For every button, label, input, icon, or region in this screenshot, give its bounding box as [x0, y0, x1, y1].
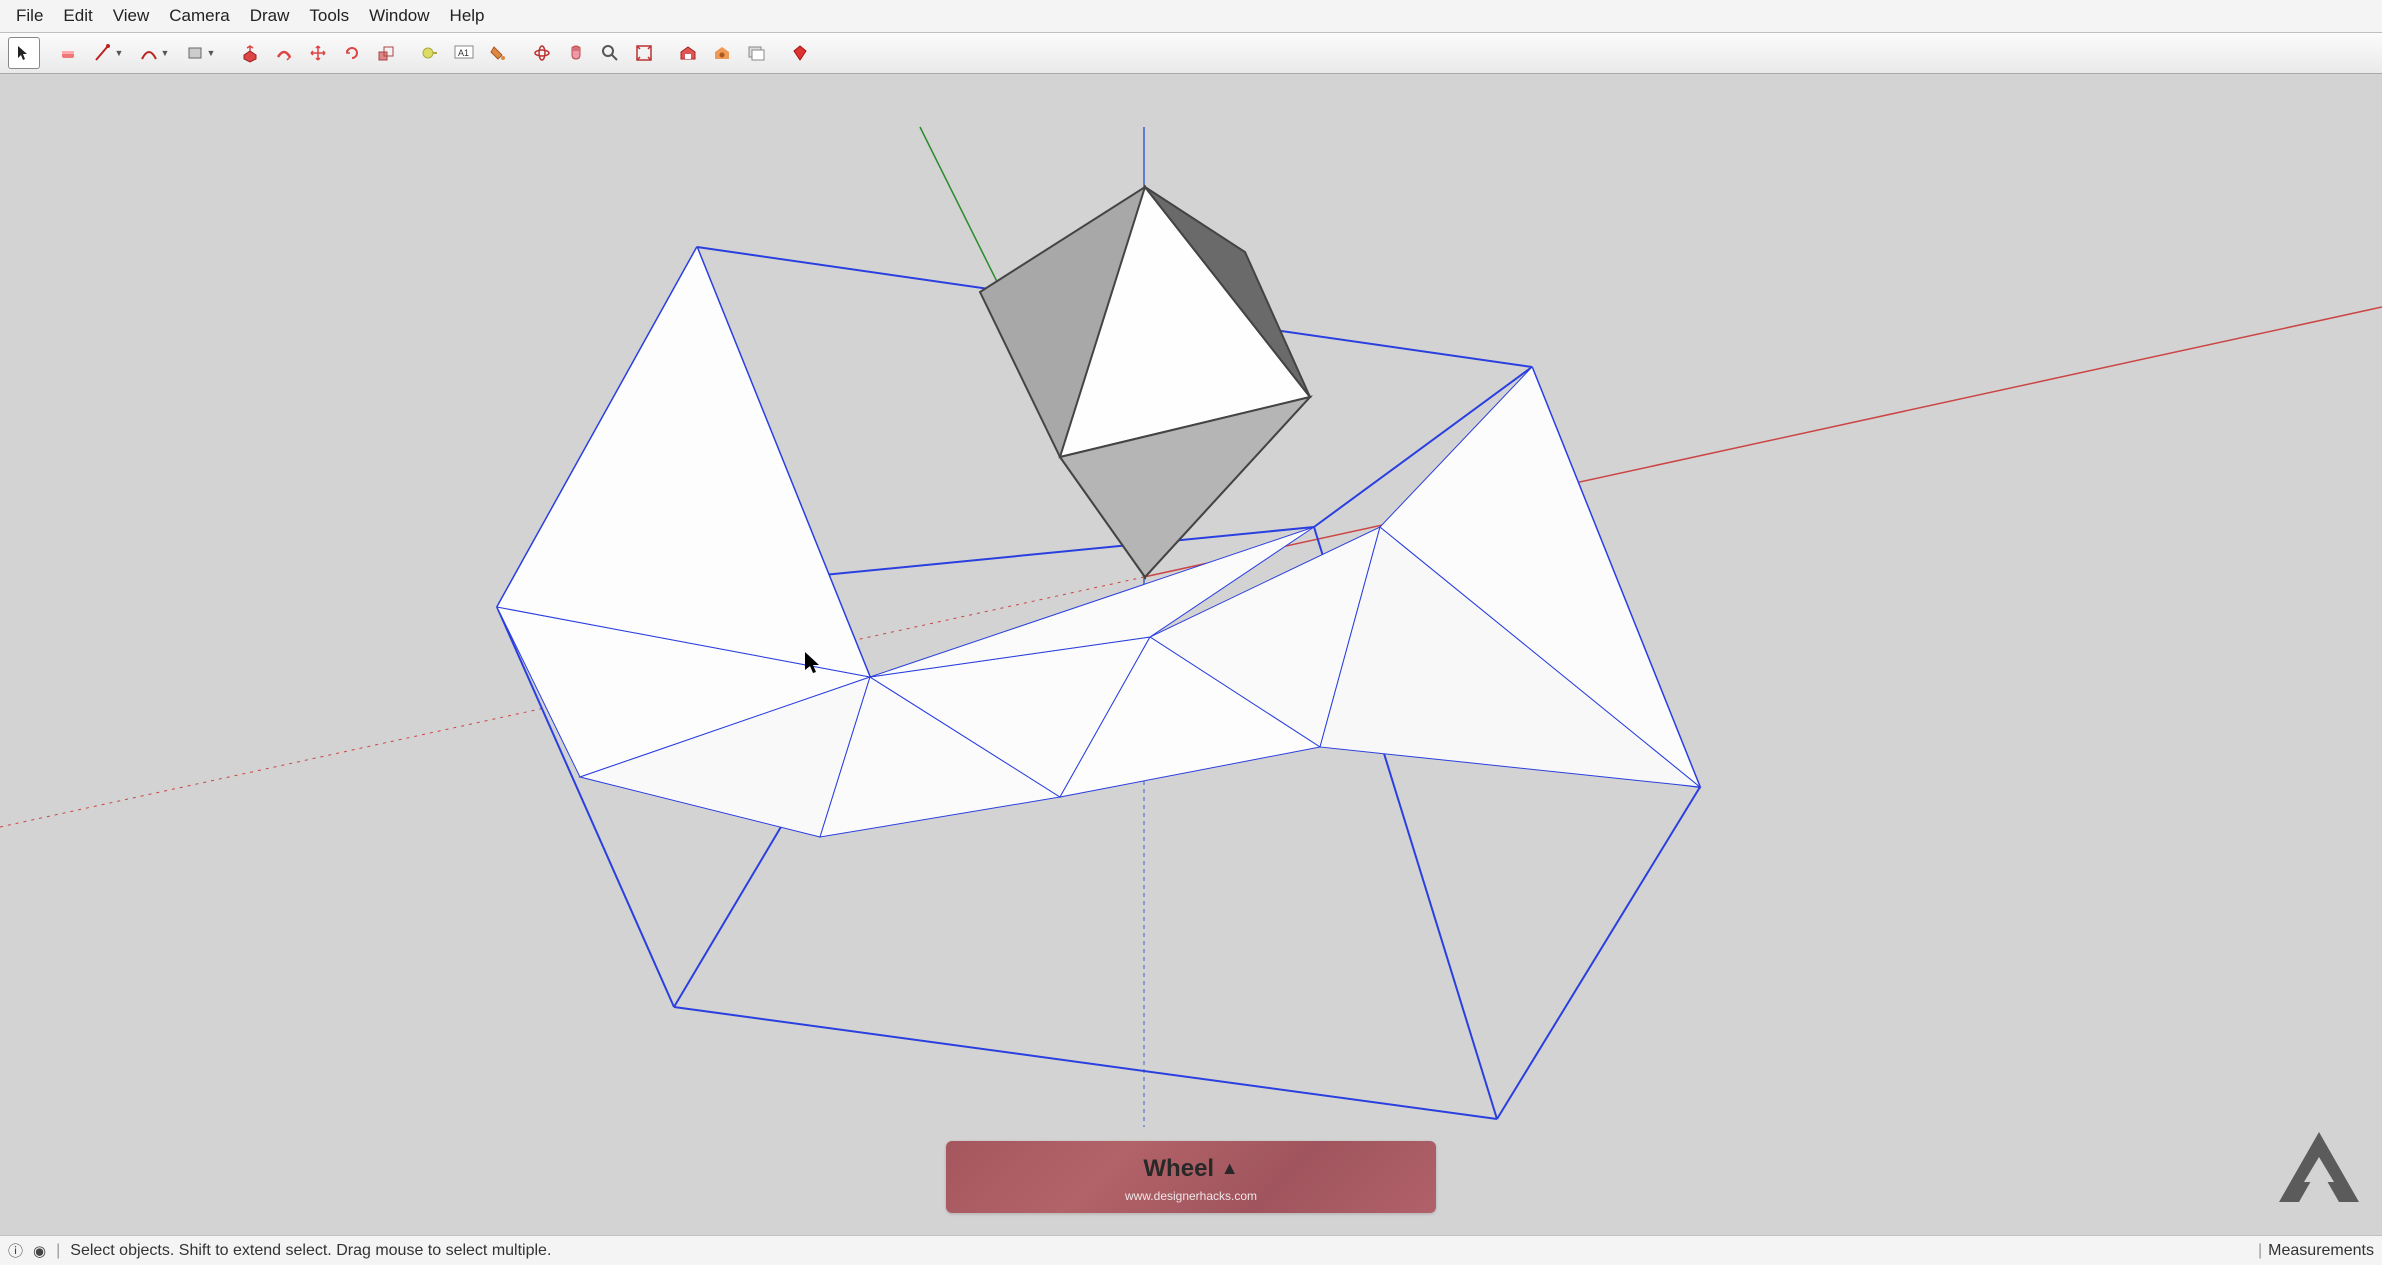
- eraser-tool[interactable]: [52, 37, 84, 69]
- pan-tool[interactable]: [560, 37, 592, 69]
- status-bar: ⓘ ◉ | Select objects. Shift to extend se…: [0, 1235, 2382, 1265]
- zoom-tool[interactable]: [594, 37, 626, 69]
- axis-red: [1144, 307, 2382, 577]
- move-tool[interactable]: [302, 37, 334, 69]
- zoom-extents-tool[interactable]: [628, 37, 660, 69]
- logo-watermark: [2274, 1127, 2364, 1207]
- layers-tool[interactable]: [740, 37, 772, 69]
- separator: |: [56, 1242, 60, 1260]
- rotate-tool[interactable]: [336, 37, 368, 69]
- menu-window[interactable]: Window: [359, 3, 439, 29]
- menu-help[interactable]: Help: [440, 3, 495, 29]
- ruby-tool[interactable]: [784, 37, 816, 69]
- line-tool[interactable]: ▼: [86, 37, 130, 69]
- toolbar: ▼ ▼ ▼ A1: [0, 33, 2382, 74]
- menu-view[interactable]: View: [103, 3, 160, 29]
- person-icon[interactable]: ◉: [33, 1242, 46, 1260]
- warehouse-tool[interactable]: [672, 37, 704, 69]
- text-tool[interactable]: A1: [448, 37, 480, 69]
- scale-tool[interactable]: [370, 37, 402, 69]
- octahedron: [980, 187, 1310, 577]
- banner-title: Wheel: [1143, 1155, 1214, 1182]
- up-triangle-icon: ▲: [1221, 1158, 1239, 1178]
- measurements-label: Measurements: [2268, 1242, 2374, 1260]
- viewport-3d[interactable]: Wheel ▲ www.designerhacks.com: [0, 74, 2382, 1235]
- menu-camera[interactable]: Camera: [159, 3, 239, 29]
- menu-bar: File Edit View Camera Draw Tools Window …: [0, 0, 2382, 33]
- separator: |: [2258, 1242, 2262, 1260]
- pushpull-tool[interactable]: [234, 37, 266, 69]
- menu-draw[interactable]: Draw: [240, 3, 300, 29]
- hint-banner: Wheel ▲ www.designerhacks.com: [946, 1141, 1436, 1213]
- extensions-tool[interactable]: [706, 37, 738, 69]
- paint-tool[interactable]: [482, 37, 514, 69]
- menu-file[interactable]: File: [6, 3, 53, 29]
- followme-tool[interactable]: [268, 37, 300, 69]
- status-hint: Select objects. Shift to extend select. …: [70, 1242, 551, 1260]
- banner-subtitle: www.designerhacks.com: [966, 1189, 1416, 1203]
- menu-tools[interactable]: Tools: [299, 3, 359, 29]
- help-icon[interactable]: ⓘ: [8, 1240, 23, 1261]
- svg-text:A1: A1: [458, 48, 469, 58]
- arc-tool[interactable]: ▼: [132, 37, 176, 69]
- select-tool[interactable]: [8, 37, 40, 69]
- shape-tool[interactable]: ▼: [178, 37, 222, 69]
- tape-tool[interactable]: [414, 37, 446, 69]
- orbit-tool[interactable]: [526, 37, 558, 69]
- menu-edit[interactable]: Edit: [53, 3, 102, 29]
